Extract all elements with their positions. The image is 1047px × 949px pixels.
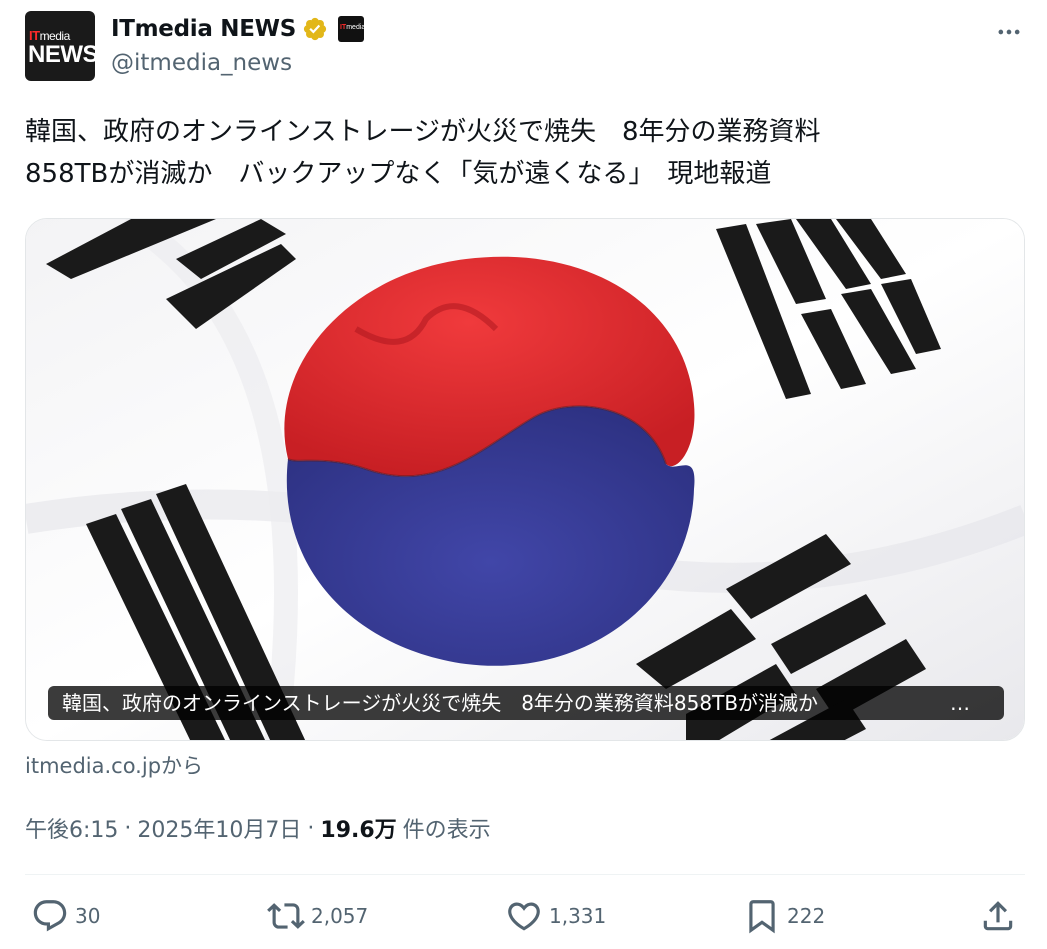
name-row: ITmedia NEWS ITmedia	[111, 14, 364, 44]
reply-icon	[33, 900, 67, 932]
action-bar: 30 2,057 1,331 222	[25, 893, 1025, 939]
handle[interactable]: @itmedia_news	[111, 50, 292, 76]
divider	[25, 874, 1025, 875]
like-count: 1,331	[549, 904, 607, 928]
tweet-meta: 午後6:15 · 2025年10月7日 · 19.6万 件の表示	[25, 812, 491, 844]
more-options-icon[interactable]	[995, 18, 1023, 46]
card-caption-text: 韓国、政府のオンラインストレージが火災で焼失 8年分の業務資料858TBが消滅か	[62, 691, 819, 715]
card-image	[26, 219, 1024, 740]
card-caption: 韓国、政府のオンラインストレージが火災で焼失 8年分の業務資料858TBが消滅か…	[48, 686, 1004, 720]
like-button[interactable]: 1,331	[505, 893, 606, 939]
bookmark-icon	[749, 900, 775, 934]
meta-separator: ·	[124, 815, 132, 841]
views-label: 件の表示	[402, 818, 491, 843]
card-caption-ellipsis: …	[950, 691, 970, 715]
retweet-count: 2,057	[311, 904, 369, 928]
verified-icon[interactable]	[302, 16, 328, 42]
tweet-header: ITmedia NEWS ITmedia NEWS ITmedia @itmed…	[25, 10, 1025, 82]
avatar[interactable]: ITmedia NEWS	[25, 11, 95, 81]
retweet-icon	[267, 903, 305, 929]
tweet-text: 韓国、政府のオンラインストレージが火災で焼失 8年分の業務資料 858TBが消滅…	[25, 117, 821, 189]
bookmark-count: 222	[787, 904, 826, 928]
avatar-logo-bottom: NEWS	[28, 41, 95, 68]
like-icon	[508, 902, 540, 931]
reply-count: 30	[75, 904, 101, 928]
views-count[interactable]: 19.6万	[320, 812, 396, 844]
reply-button[interactable]: 30	[31, 893, 100, 939]
affiliation-badge[interactable]: ITmedia	[337, 16, 364, 42]
taegeuk	[284, 256, 695, 666]
link-card[interactable]: 韓国、政府のオンラインストレージが火災で焼失 8年分の業務資料858TBが消滅か…	[25, 218, 1025, 741]
share-button[interactable]	[979, 893, 1023, 939]
card-source-link[interactable]: itmedia.co.jpから	[25, 750, 203, 780]
tweet-date[interactable]: 2025年10月7日	[137, 812, 301, 844]
retweet-button[interactable]: 2,057	[267, 893, 368, 939]
display-name[interactable]: ITmedia NEWS	[111, 16, 296, 42]
bookmark-button[interactable]: 222	[743, 893, 825, 939]
meta-separator: ·	[307, 815, 315, 841]
tweet-time[interactable]: 午後6:15	[25, 812, 118, 844]
share-icon	[983, 901, 1013, 931]
